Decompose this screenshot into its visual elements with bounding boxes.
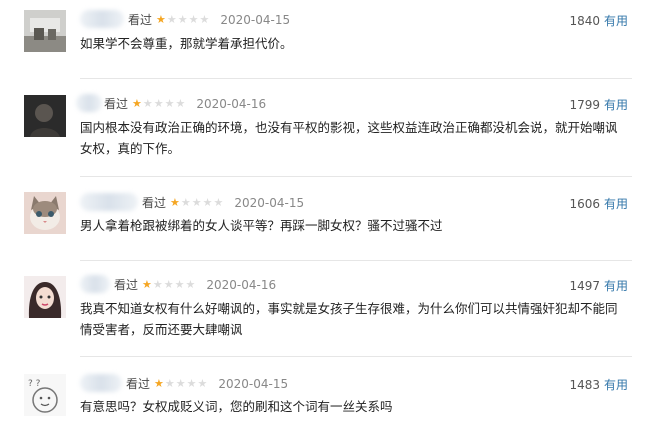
avatar[interactable]: [24, 276, 66, 318]
username-blurred[interactable]: [80, 275, 110, 293]
rating-stars: ★★★★★: [170, 196, 224, 209]
avatar[interactable]: ? ?: [24, 374, 66, 416]
star-icon: ★: [132, 97, 143, 110]
review-meta: 看过 ★★★★★ 2020-04-15: [128, 11, 290, 28]
avatar-cat-icon: [24, 192, 66, 234]
rating-stars: ★★★★★: [154, 377, 208, 390]
seen-label: 看过: [104, 97, 129, 111]
review-text: 我真不知道女权有什么好嘲讽的，事实就是女孩子生存很难，为什么你们可以共情强奸犯却…: [80, 301, 618, 337]
review-date: 2020-04-15: [220, 12, 291, 27]
seen-label: 看过: [114, 278, 139, 292]
star-icon: ★: [142, 278, 153, 291]
rating-stars: ★★★★★: [142, 278, 196, 291]
vote-number: 1799: [569, 98, 600, 112]
review-date: 2020-04-15: [218, 376, 289, 391]
review-meta: 看过 ★★★★★ 2020-04-15: [126, 375, 288, 392]
review-meta: 看过 ★★★★★ 2020-04-16: [104, 95, 266, 112]
username-blurred[interactable]: [80, 10, 124, 28]
star-empty-icon: ★★★★: [166, 13, 211, 26]
vote-number: 1497: [569, 279, 600, 293]
review-text: 男人拿着枪跟被绑着的女人谈平等？再踩一脚女权？骚不过骚不过: [80, 218, 443, 233]
star-icon: ★: [170, 196, 181, 209]
star-empty-icon: ★★★★: [152, 278, 197, 291]
vote-count: 1840 有用: [569, 12, 628, 29]
review-meta: 看过 ★★★★★ 2020-04-15: [142, 194, 304, 211]
username-blurred[interactable]: [80, 374, 122, 392]
star-icon: ★: [154, 377, 165, 390]
avatar-person-icon: [24, 276, 66, 318]
star-empty-icon: ★★★★: [164, 377, 209, 390]
star-empty-icon: ★★★★: [180, 196, 225, 209]
vote-number: 1606: [569, 197, 600, 211]
seen-label: 看过: [142, 196, 167, 210]
seen-label: 看过: [128, 13, 153, 27]
divider: [80, 176, 632, 177]
vote-count: 1497 有用: [569, 277, 628, 294]
rating-stars: ★★★★★: [156, 13, 210, 26]
vote-number: 1483: [569, 378, 600, 392]
divider: [80, 260, 632, 261]
vote-number: 1840: [569, 14, 600, 28]
useful-button[interactable]: 有用: [604, 14, 628, 28]
avatar-room-icon: [24, 10, 66, 52]
avatar[interactable]: [24, 95, 66, 137]
useful-button[interactable]: 有用: [604, 279, 628, 293]
review-text: 有意思吗？女权成贬义词，您的刷和这个词有一丝关系吗: [80, 399, 393, 414]
avatar-doodle-icon: ? ?: [24, 374, 66, 416]
review-date: 2020-04-16: [196, 96, 267, 111]
vote-count: 1606 有用: [569, 195, 628, 212]
review-text: 国内根本没有政治正确的环境，也没有平权的影视，这些权益连政治正确都没机会说，就开…: [80, 120, 618, 156]
review-meta: 看过 ★★★★★ 2020-04-16: [114, 276, 276, 293]
avatar-portrait-icon: [24, 95, 66, 137]
useful-button[interactable]: 有用: [604, 378, 628, 392]
rating-stars: ★★★★★: [132, 97, 186, 110]
review-date: 2020-04-15: [234, 195, 305, 210]
vote-count: 1799 有用: [569, 96, 628, 113]
star-icon: ★: [156, 13, 167, 26]
divider: [80, 356, 632, 357]
username-blurred[interactable]: [80, 193, 138, 211]
useful-button[interactable]: 有用: [604, 98, 628, 112]
avatar[interactable]: [24, 10, 66, 52]
username-blurred[interactable]: [76, 94, 102, 112]
svg-text:? ?: ? ?: [28, 379, 41, 389]
seen-label: 看过: [126, 377, 151, 391]
star-empty-icon: ★★★★: [142, 97, 187, 110]
divider: [80, 78, 632, 79]
useful-button[interactable]: 有用: [604, 197, 628, 211]
review-text: 如果学不会尊重，那就学着承担代价。: [80, 36, 293, 51]
review-date: 2020-04-16: [206, 277, 277, 292]
avatar[interactable]: [24, 192, 66, 234]
vote-count: 1483 有用: [569, 376, 628, 393]
